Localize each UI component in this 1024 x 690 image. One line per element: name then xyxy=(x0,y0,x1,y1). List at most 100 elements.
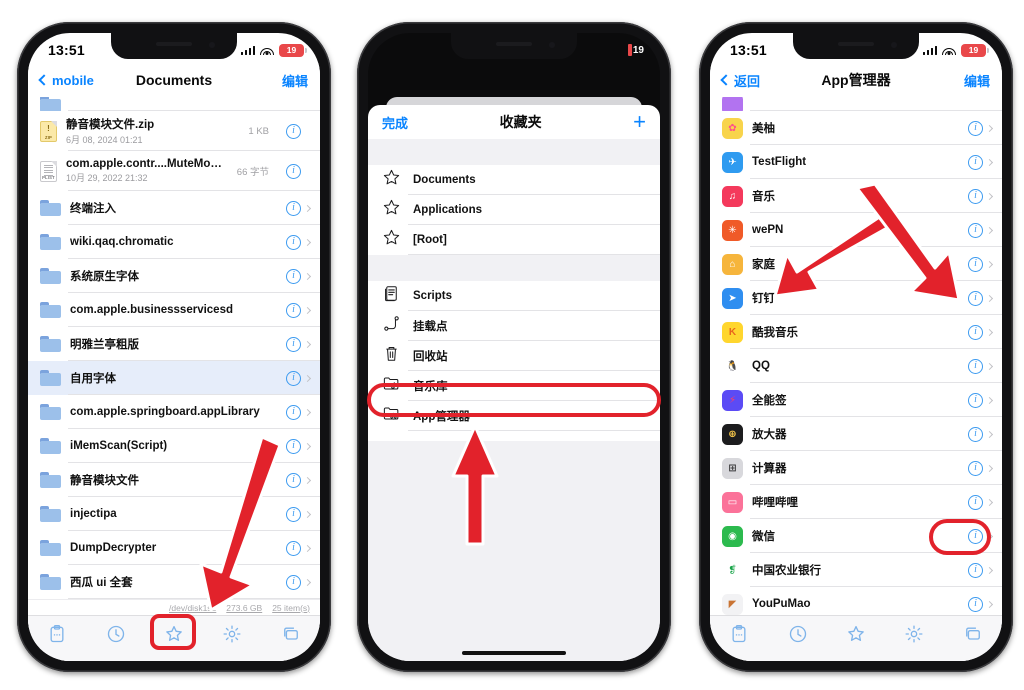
tab-windows[interactable] xyxy=(272,622,310,650)
row-accessory[interactable]: i xyxy=(968,154,994,170)
row-accessory[interactable]: i xyxy=(286,302,312,318)
table-row[interactable]: ! ZIP 静音模块文件.zip 6月 08, 2024 01:21 1 KB i xyxy=(28,111,320,151)
row-accessory[interactable]: i xyxy=(968,358,994,374)
info-icon[interactable]: i xyxy=(968,222,983,238)
edit-button[interactable]: 编辑 xyxy=(254,71,308,90)
row-accessory[interactable]: i xyxy=(286,234,312,250)
nav-back[interactable]: 返回 xyxy=(720,71,776,90)
info-icon[interactable]: i xyxy=(968,392,983,408)
table-row[interactable]: wiki.qaq.chromatic i xyxy=(28,225,320,259)
app-row[interactable]: ♫ 音乐 i xyxy=(710,179,1002,213)
table-row[interactable]: com.apple.springboard.appLibrary i xyxy=(28,395,320,429)
info-icon[interactable]: i xyxy=(968,358,983,374)
phone-1-file-list[interactable]: ! ZIP 静音模块文件.zip 6月 08, 2024 01:21 1 KB i PLIS… xyxy=(28,97,320,661)
row-accessory[interactable]: i xyxy=(286,163,310,179)
tab-gear[interactable] xyxy=(895,622,933,650)
table-row[interactable]: 终端注入 i xyxy=(28,191,320,225)
table-row[interactable]: injectipa i xyxy=(28,497,320,531)
row-accessory[interactable]: i xyxy=(968,290,994,306)
info-icon[interactable]: i xyxy=(968,494,983,510)
app-row[interactable]: ⊕ 放大器 i xyxy=(710,417,1002,451)
row-accessory[interactable]: i xyxy=(968,120,994,136)
row-accessory[interactable]: i xyxy=(968,528,994,544)
row-accessory[interactable]: i xyxy=(968,222,994,238)
table-row[interactable]: iMemScan(Script) i xyxy=(28,429,320,463)
favorite-item[interactable]: Applications xyxy=(368,195,660,225)
info-icon[interactable]: i xyxy=(286,123,301,139)
favorite-item[interactable]: [Root] xyxy=(368,225,660,255)
info-icon[interactable]: i xyxy=(286,472,301,488)
table-row[interactable]: 明雅兰亭粗版 i xyxy=(28,327,320,361)
nav-back[interactable]: mobile xyxy=(38,73,94,88)
tab-windows[interactable] xyxy=(954,622,992,650)
info-icon[interactable]: i xyxy=(968,256,983,272)
info-icon[interactable]: i xyxy=(968,290,983,306)
info-icon[interactable]: i xyxy=(286,234,301,250)
info-icon[interactable]: i xyxy=(286,268,301,284)
row-accessory[interactable]: i xyxy=(968,596,994,612)
info-icon[interactable]: i xyxy=(968,562,983,578)
row-accessory[interactable]: i xyxy=(286,268,312,284)
row-accessory[interactable]: i xyxy=(286,404,312,420)
row-accessory[interactable]: i xyxy=(968,392,994,408)
favorites-group-1[interactable]: Documents Applications [Root] xyxy=(368,165,660,255)
done-button[interactable]: 完成 xyxy=(382,113,408,132)
app-row[interactable]: K 酷我音乐 i xyxy=(710,315,1002,349)
app-row[interactable]: 🐧 QQ i xyxy=(710,349,1002,383)
info-icon[interactable]: i xyxy=(286,200,301,216)
favorite-item[interactable]: Scripts xyxy=(368,281,660,311)
tab-star[interactable] xyxy=(837,622,875,650)
app-row[interactable]: ◉ 微信 i xyxy=(710,519,1002,553)
table-row[interactable]: 系统原生字体 i xyxy=(28,259,320,293)
tab-gear[interactable] xyxy=(213,622,251,650)
app-row[interactable]: ▭ 哔哩哔哩 i xyxy=(710,485,1002,519)
row-accessory[interactable]: i xyxy=(286,336,312,352)
info-icon[interactable]: i xyxy=(286,404,301,420)
app-row[interactable]: ✳ wePN i xyxy=(710,213,1002,247)
info-icon[interactable]: i xyxy=(968,596,983,612)
info-icon[interactable]: i xyxy=(968,154,983,170)
row-accessory[interactable]: i xyxy=(286,472,312,488)
info-icon[interactable]: i xyxy=(286,506,301,522)
row-accessory[interactable]: i xyxy=(968,426,994,442)
row-accessory[interactable]: i xyxy=(968,494,994,510)
favorite-item[interactable]: App管理器 xyxy=(368,401,660,431)
row-accessory[interactable]: i xyxy=(286,540,312,556)
info-icon[interactable]: i xyxy=(286,370,301,386)
info-icon[interactable]: i xyxy=(968,528,983,544)
info-icon[interactable]: i xyxy=(286,336,301,352)
row-accessory[interactable]: i xyxy=(286,200,312,216)
info-icon[interactable]: i xyxy=(968,460,983,476)
add-favorite-button[interactable]: + xyxy=(633,111,646,133)
favorite-item[interactable]: 挂载点 xyxy=(368,311,660,341)
info-icon[interactable]: i xyxy=(286,163,301,179)
row-accessory[interactable]: i xyxy=(286,506,312,522)
tab-clipboard[interactable] xyxy=(720,622,758,650)
row-accessory[interactable]: i xyxy=(968,324,994,340)
row-accessory[interactable]: i xyxy=(286,370,312,386)
phone-3-tab-bar[interactable] xyxy=(710,615,1002,661)
table-row[interactable]: 自用字体 i xyxy=(28,361,320,395)
favorite-item[interactable]: 音乐库 xyxy=(368,371,660,401)
table-row[interactable]: 静音模块文件 i xyxy=(28,463,320,497)
info-icon[interactable]: i xyxy=(968,324,983,340)
phone-1-tab-bar[interactable] xyxy=(28,615,320,661)
row-accessory[interactable]: i xyxy=(968,256,994,272)
tab-clock[interactable] xyxy=(97,622,135,650)
table-row[interactable]: com.apple.businessservicesd i xyxy=(28,293,320,327)
info-icon[interactable]: i xyxy=(286,302,301,318)
info-icon[interactable]: i xyxy=(286,574,301,590)
tab-star[interactable] xyxy=(155,622,193,650)
phone-3-app-list[interactable]: ✿ 美柚 i ✈ TestFlight i ♫ 音乐 i ✳ wePN i ⌂ 家庭 i ➤ 钉钉 i K 酷我音乐 i… xyxy=(710,97,1002,661)
info-icon[interactable]: i xyxy=(968,426,983,442)
table-row[interactable]: 西瓜 ui 全套 i xyxy=(28,565,320,599)
info-icon[interactable]: i xyxy=(286,438,301,454)
app-row[interactable]: ⊞ 计算器 i xyxy=(710,451,1002,485)
favorites-group-2[interactable]: Scripts 挂载点 回收站 音乐库 App管理器 xyxy=(368,281,660,431)
table-row[interactable]: DumpDecrypter i xyxy=(28,531,320,565)
app-row[interactable]: ✈ TestFlight i xyxy=(710,145,1002,179)
row-accessory[interactable]: i xyxy=(968,562,994,578)
edit-button[interactable]: 编辑 xyxy=(936,71,990,90)
app-row[interactable]: ✿ 美柚 i xyxy=(710,111,1002,145)
favorite-item[interactable]: 回收站 xyxy=(368,341,660,371)
